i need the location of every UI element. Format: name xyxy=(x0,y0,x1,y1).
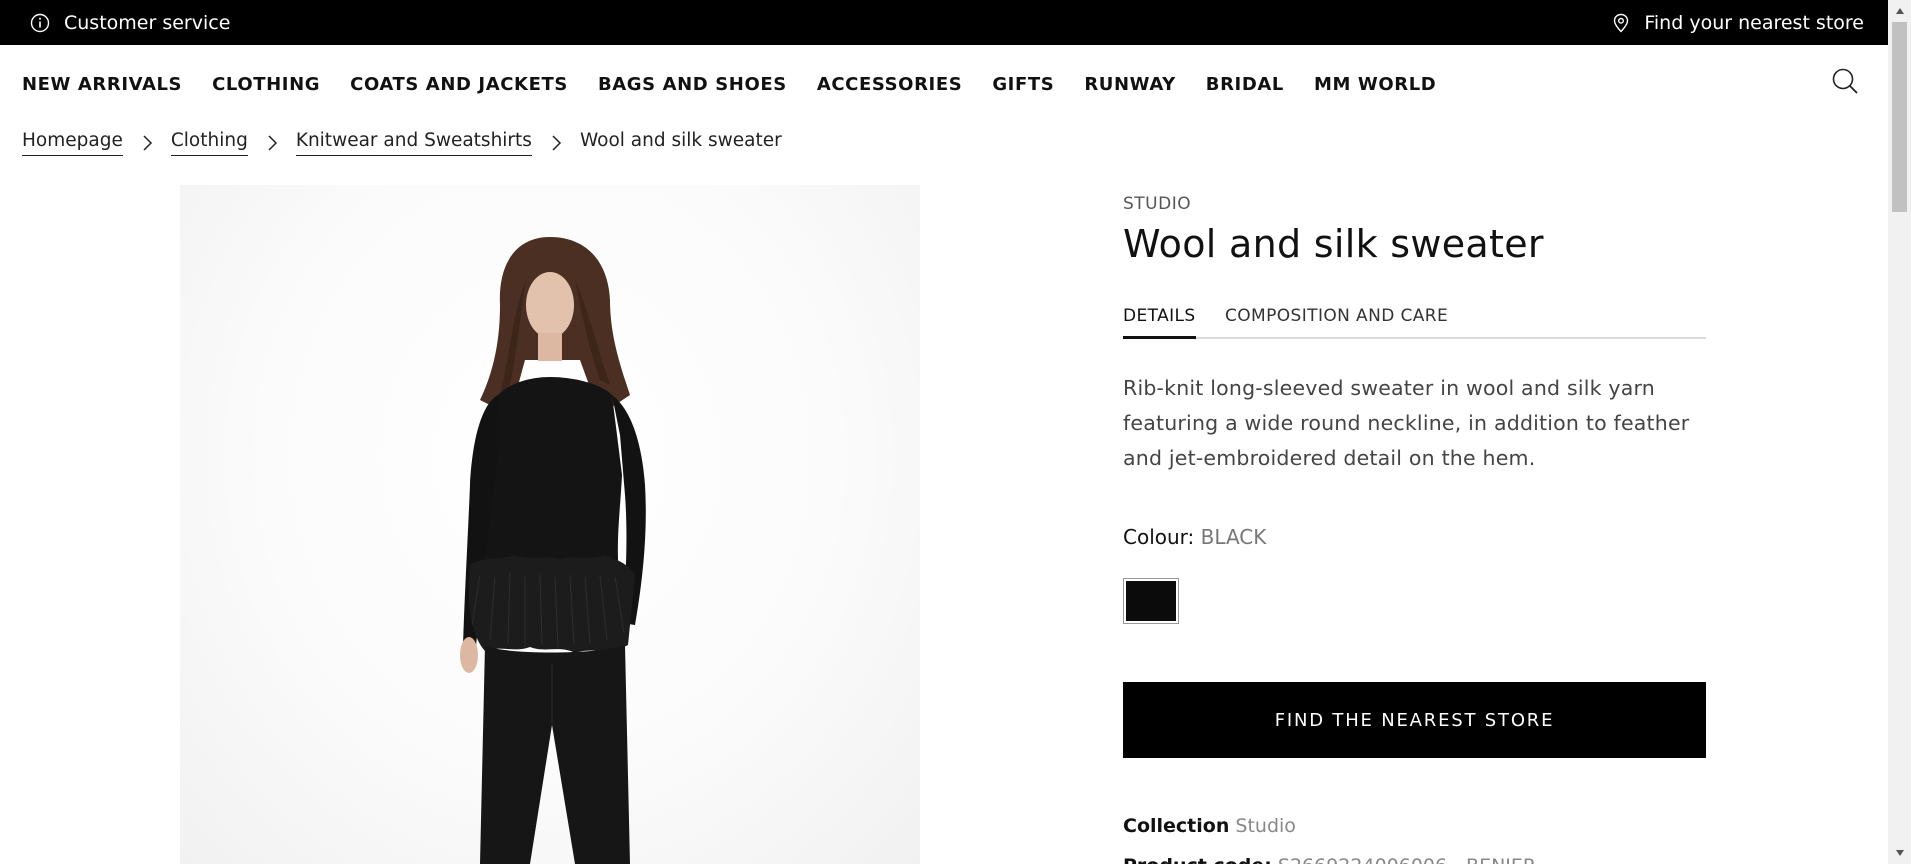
scroll-down-arrow-icon[interactable] xyxy=(1888,842,1911,864)
search-button[interactable] xyxy=(1830,66,1860,96)
breadcrumb-knitwear[interactable]: Knitwear and Sweatshirts xyxy=(295,130,532,156)
top-bar: Customer service Find your nearest store xyxy=(0,0,1888,45)
nav-mm-world[interactable]: MM WORLD xyxy=(1314,74,1436,95)
chevron-right-icon xyxy=(123,134,171,152)
chevron-right-icon xyxy=(532,134,580,152)
colour-swatch-black[interactable] xyxy=(1123,578,1179,624)
product-code-label: Product code: xyxy=(1123,855,1272,864)
product-tabs: DETAILS COMPOSITION AND CARE xyxy=(1123,306,1706,339)
collection-row: Collection Studio xyxy=(1123,815,1296,837)
nav-runway[interactable]: RUNWAY xyxy=(1084,74,1175,95)
main-navigation: NEW ARRIVALS CLOTHING COATS AND JACKETS … xyxy=(22,74,1436,95)
nav-accessories[interactable]: ACCESSORIES xyxy=(817,74,963,95)
colour-value: BLACK xyxy=(1200,525,1267,549)
chevron-right-icon xyxy=(248,134,296,152)
nav-new-arrivals[interactable]: NEW ARRIVALS xyxy=(22,74,182,95)
product-brand: STUDIO xyxy=(1123,194,1192,214)
find-nearest-store-button[interactable]: FIND THE NEAREST STORE xyxy=(1123,682,1706,758)
scroll-thumb[interactable] xyxy=(1892,22,1907,212)
collection-value: Studio xyxy=(1235,815,1296,837)
page-scrollbar[interactable] xyxy=(1888,0,1911,864)
collection-label: Collection xyxy=(1123,815,1230,837)
nav-gifts[interactable]: GIFTS xyxy=(992,74,1054,95)
customer-service-link[interactable]: Customer service xyxy=(30,0,230,45)
product-image[interactable] xyxy=(180,185,920,864)
breadcrumb-clothing[interactable]: Clothing xyxy=(170,130,248,156)
tab-details[interactable]: DETAILS xyxy=(1123,306,1196,339)
tab-composition-and-care[interactable]: COMPOSITION AND CARE xyxy=(1225,306,1448,339)
location-pin-icon xyxy=(1612,13,1630,33)
nav-clothing[interactable]: CLOTHING xyxy=(212,74,320,95)
search-icon xyxy=(1830,68,1860,100)
find-store-link[interactable]: Find your nearest store xyxy=(1612,0,1864,45)
nav-bridal[interactable]: BRIDAL xyxy=(1206,74,1284,95)
product-code-row: Product code: S2669224006006 - BENIER xyxy=(1123,855,1536,864)
breadcrumb-current: Wool and silk sweater xyxy=(579,130,782,151)
info-icon xyxy=(30,13,50,33)
colour-row: Colour: BLACK xyxy=(1123,525,1266,549)
find-store-label: Find your nearest store xyxy=(1644,11,1864,34)
customer-service-label: Customer service xyxy=(64,11,231,34)
breadcrumb: Homepage Clothing Knitwear and Sweatshir… xyxy=(22,130,782,156)
product-code-value: S2669224006006 - BENIER xyxy=(1278,855,1536,864)
breadcrumb-homepage[interactable]: Homepage xyxy=(22,130,123,156)
nav-coats-and-jackets[interactable]: COATS AND JACKETS xyxy=(350,74,568,95)
colour-label: Colour: xyxy=(1123,525,1195,549)
product-title: Wool and silk sweater xyxy=(1123,222,1544,266)
swatch-fill xyxy=(1126,581,1176,621)
product-description: Rib-knit long-sleeved sweater in wool an… xyxy=(1123,376,1690,470)
scroll-up-arrow-icon[interactable] xyxy=(1888,0,1911,22)
nav-bags-and-shoes[interactable]: BAGS AND SHOES xyxy=(598,74,787,95)
